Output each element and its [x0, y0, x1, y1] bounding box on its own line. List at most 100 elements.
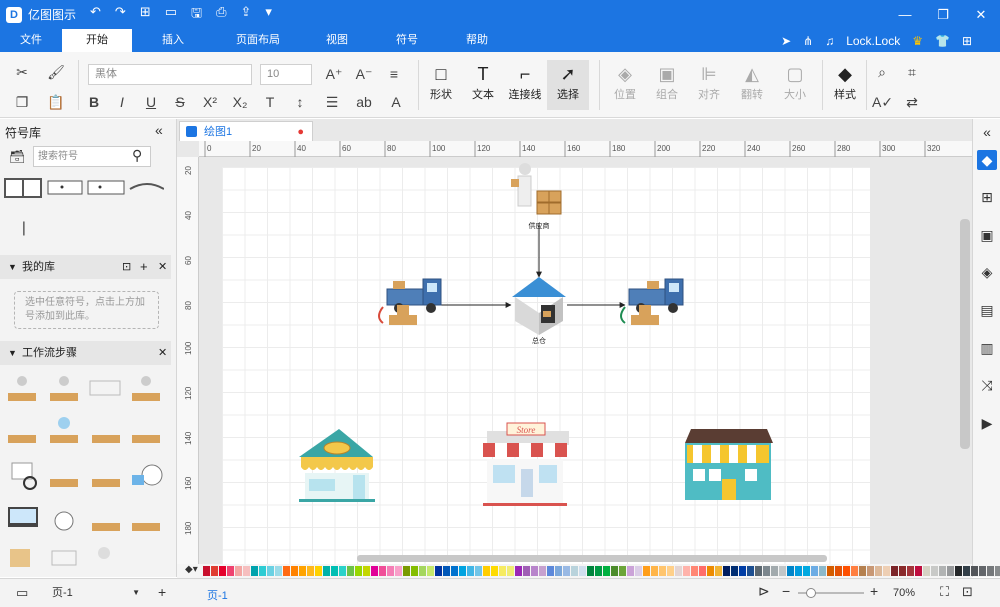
color-swatch[interactable] [619, 566, 626, 576]
color-swatch[interactable] [851, 566, 858, 576]
zoom-out-icon[interactable]: − [782, 583, 790, 599]
color-swatch[interactable] [627, 566, 634, 576]
color-swatch[interactable] [611, 566, 618, 576]
color-swatch[interactable] [947, 566, 954, 576]
flip-button[interactable]: ◭ 翻转 [735, 62, 769, 102]
connector-tool-button[interactable]: ⌐ 连接线 [506, 62, 544, 102]
shrink-font-icon[interactable]: A⁻ [354, 64, 374, 84]
color-swatch[interactable] [475, 566, 482, 576]
color-swatch[interactable] [523, 566, 530, 576]
color-swatch[interactable] [939, 566, 946, 576]
maximize-button[interactable]: ❐ [924, 0, 962, 29]
cut-icon[interactable]: ✂ [12, 62, 32, 82]
horizontal-scrollbar[interactable] [357, 555, 827, 562]
shape-tool-button[interactable]: □ 形状 [424, 62, 458, 102]
color-swatch[interactable] [363, 566, 370, 576]
color-swatch[interactable] [875, 566, 882, 576]
close-button[interactable]: ✕ [962, 0, 1000, 29]
color-swatch[interactable] [971, 566, 978, 576]
color-swatch[interactable] [811, 566, 818, 576]
color-swatch[interactable] [347, 566, 354, 576]
text-highlight-icon[interactable]: ab [354, 92, 374, 112]
color-swatch[interactable] [827, 566, 834, 576]
door-symbols-row[interactable] [4, 177, 165, 199]
color-swatch[interactable] [915, 566, 922, 576]
import-icon[interactable]: ⊡ [122, 255, 131, 279]
shop-building-symbol[interactable] [685, 429, 773, 500]
color-swatch[interactable] [739, 566, 746, 576]
color-swatch[interactable] [763, 566, 770, 576]
outbound-truck-symbol[interactable] [620, 278, 684, 325]
expand-panel-icon[interactable]: « [977, 122, 997, 142]
position-button[interactable]: ◈ 位置 [608, 62, 642, 102]
zoom-slider-handle[interactable] [806, 588, 816, 598]
font-color-icon[interactable]: A [386, 92, 406, 112]
color-swatch[interactable] [643, 566, 650, 576]
close-icon[interactable]: ✕ [158, 341, 167, 365]
color-swatch[interactable] [883, 566, 890, 576]
italic-icon[interactable]: I [112, 92, 132, 112]
color-swatch[interactable] [219, 566, 226, 576]
color-swatch[interactable] [659, 566, 666, 576]
subscript-icon[interactable]: X₂ [230, 92, 250, 112]
send-icon[interactable]: ➤ [781, 34, 791, 48]
door-handle-symbol[interactable]: ❘ [18, 219, 30, 236]
copy-icon[interactable]: ❐ [12, 92, 32, 112]
font-size-select[interactable]: 10 [260, 64, 312, 85]
font-family-select[interactable]: 黑体 [88, 64, 252, 85]
color-swatch[interactable] [899, 566, 906, 576]
bakery-shop-symbol[interactable] [299, 429, 375, 502]
color-swatch[interactable] [251, 566, 258, 576]
color-swatch[interactable] [755, 566, 762, 576]
color-swatch[interactable] [451, 566, 458, 576]
color-swatch[interactable] [923, 566, 930, 576]
color-swatch[interactable] [715, 566, 722, 576]
store-symbol[interactable]: Store [483, 422, 569, 506]
tab-view[interactable]: 视图 [302, 29, 372, 52]
color-swatch[interactable] [539, 566, 546, 576]
find-replace-icon[interactable]: ⌕ [872, 62, 892, 82]
color-swatch[interactable] [419, 566, 426, 576]
crown-icon[interactable]: ♛ [912, 34, 923, 48]
image-icon[interactable]: ▣ [977, 225, 997, 245]
color-swatch[interactable] [651, 566, 658, 576]
color-swatch[interactable] [867, 566, 874, 576]
spell-check-icon[interactable]: A✓ [872, 92, 893, 112]
superscript-icon[interactable]: X² [200, 92, 220, 112]
vertical-scrollbar[interactable] [960, 219, 970, 449]
color-swatch[interactable] [843, 566, 850, 576]
color-swatch[interactable] [683, 566, 690, 576]
style-button[interactable]: ◆ 样式 [828, 62, 862, 102]
redo-icon[interactable]: ↷ [115, 4, 126, 26]
print-icon[interactable]: ⎙ [216, 4, 226, 26]
data-icon[interactable]: ▥ [977, 338, 997, 358]
bell-icon[interactable]: ♫ [825, 34, 834, 48]
color-swatch[interactable] [339, 566, 346, 576]
fit-page-icon[interactable]: ⛶ [940, 584, 949, 600]
color-swatch[interactable] [603, 566, 610, 576]
export-icon[interactable]: ⇪ [241, 4, 252, 26]
color-swatch[interactable] [963, 566, 970, 576]
align-text-icon[interactable]: ≡ [384, 64, 404, 84]
format-painter-icon[interactable]: 🖌 [46, 62, 66, 82]
inbound-truck-symbol[interactable] [378, 278, 442, 325]
apps-grid-icon[interactable]: ⊞ [962, 34, 972, 48]
select-tool-button[interactable]: ➚ 选择 [547, 60, 589, 110]
color-swatch[interactable] [203, 566, 210, 576]
align-button[interactable]: ⊫ 对齐 [692, 62, 726, 102]
crop-icon[interactable]: ⌗ [902, 62, 922, 82]
customize-dropdown-icon[interactable]: ▾ [265, 4, 272, 26]
color-swatch[interactable] [555, 566, 562, 576]
color-swatch[interactable] [427, 566, 434, 576]
color-swatch[interactable] [747, 566, 754, 576]
color-swatch[interactable] [723, 566, 730, 576]
new-file-icon[interactable]: ⊞ [140, 4, 151, 26]
tab-page-layout[interactable]: 页面布局 [214, 29, 302, 52]
color-swatch[interactable] [691, 566, 698, 576]
color-swatch[interactable] [563, 566, 570, 576]
color-swatch[interactable] [779, 566, 786, 576]
share-icon[interactable]: ⋔ [803, 34, 813, 48]
color-swatch[interactable] [979, 566, 986, 576]
color-swatch[interactable] [403, 566, 410, 576]
color-swatch[interactable] [227, 566, 234, 576]
